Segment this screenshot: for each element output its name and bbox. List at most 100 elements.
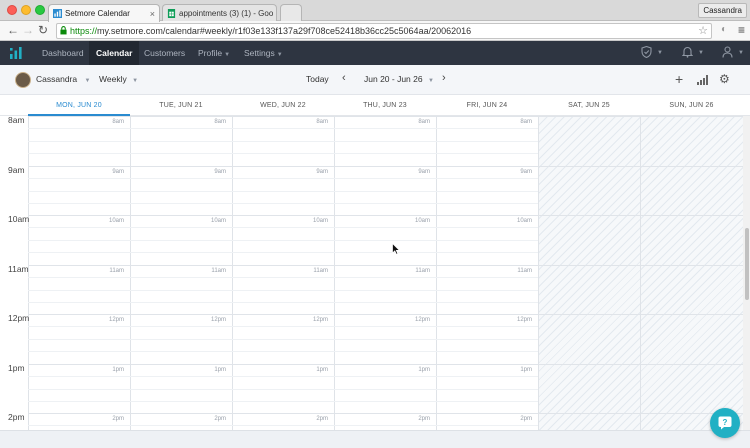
slot-divider — [28, 389, 538, 390]
cell-hour-label: 9am — [112, 169, 124, 175]
signal-bars-icon[interactable] — [697, 74, 708, 88]
slot-divider — [28, 227, 538, 228]
slot-divider — [28, 191, 538, 192]
staff-avatar[interactable] — [15, 72, 31, 88]
day-column[interactable] — [538, 116, 640, 430]
browser-tab-sheets[interactable]: appointments (3) (1) - Goo × — [162, 4, 277, 22]
browser-menu-icon[interactable]: ≡ — [738, 23, 745, 38]
browser-toolbar: ← → ↻ https://my.setmore.com/calendar#we… — [0, 21, 750, 41]
slot-divider — [28, 425, 538, 426]
browser-tab-setmore[interactable]: Setmore Calendar × — [48, 4, 160, 22]
previous-week-icon[interactable]: ‹ — [342, 72, 346, 84]
back-arrow-icon[interactable]: ← — [7, 23, 19, 38]
cell-hour-label: 10am — [312, 218, 328, 224]
window-maximize-button[interactable] — [35, 5, 45, 15]
user-icon[interactable] — [722, 46, 733, 61]
chevron-down-icon: ▼ — [427, 78, 434, 84]
cell-hour-label: 1pm — [316, 367, 328, 373]
hour-divider — [28, 116, 743, 117]
cell-hour-label: 2pm — [418, 416, 430, 422]
window-minimize-button[interactable] — [21, 5, 31, 15]
chevron-down-icon: ▼ — [132, 78, 139, 84]
cell-hour-label: 8am — [520, 119, 532, 125]
app-navbar: Dashboard Calendar Customers Profile ▼ Se… — [0, 41, 750, 65]
chevron-down-icon: ▼ — [738, 50, 744, 56]
browser-tab-bar: Setmore Calendar × appointments (3) (1) … — [0, 0, 750, 22]
nav-calendar[interactable]: Calendar — [89, 41, 140, 65]
forward-arrow-icon[interactable]: → — [22, 23, 34, 38]
close-icon[interactable]: × — [146, 9, 155, 19]
hour-divider — [28, 265, 743, 266]
cell-hour-label: 11am — [313, 268, 328, 274]
cell-hour-label: 1pm — [520, 367, 532, 373]
cell-hour-label: 9am — [418, 169, 430, 175]
cell-hour-label: 2pm — [112, 416, 124, 422]
close-icon[interactable]: × — [273, 9, 276, 19]
browser-user-chip[interactable]: Cassandra — [698, 3, 747, 18]
nav-settings-label: Settings — [244, 48, 275, 58]
hour-divider — [28, 314, 743, 315]
nav-profile[interactable]: Profile ▼ — [191, 41, 237, 65]
svg-text:?: ? — [723, 418, 728, 427]
slot-divider — [28, 290, 538, 291]
cell-hour-label: 12pm — [108, 317, 124, 323]
slot-divider — [28, 351, 538, 352]
cell-hour-label: 9am — [214, 169, 226, 175]
reload-icon[interactable]: ↻ — [38, 23, 48, 38]
hour-divider — [28, 166, 743, 167]
bell-icon[interactable] — [681, 46, 694, 61]
screen: Setmore Calendar × appointments (3) (1) … — [0, 0, 750, 448]
hour-label: 2pm — [8, 412, 25, 422]
date-range-selector[interactable]: Jun 20 - Jun 26 ▼ — [364, 74, 434, 84]
today-button[interactable]: Today — [306, 74, 329, 84]
bookmark-star-icon[interactable]: ☆ — [698, 24, 708, 38]
hour-divider — [28, 413, 743, 414]
day-header-sat[interactable]: SAT, JUN 25 — [538, 95, 640, 116]
question-icon: ? — [718, 416, 732, 430]
window-close-button[interactable] — [7, 5, 17, 15]
bottom-bar — [0, 430, 750, 448]
hour-divider — [28, 364, 743, 365]
cell-hour-label: 2pm — [316, 416, 328, 422]
nav-customers[interactable]: Customers — [137, 41, 192, 65]
address-bar[interactable]: https://my.setmore.com/calendar#weekly/r… — [56, 23, 712, 39]
cell-hour-label: 12pm — [312, 317, 328, 323]
slot-divider — [28, 203, 538, 204]
help-chat-button[interactable]: ? — [710, 408, 740, 438]
day-header-mon[interactable]: MON, JUN 20 — [28, 95, 130, 116]
day-header-thu[interactable]: THU, JUN 23 — [334, 95, 436, 116]
day-column[interactable] — [640, 116, 743, 430]
staff-selector[interactable]: Cassandra ▼ — [36, 74, 90, 84]
sheets-favicon-icon — [167, 9, 176, 18]
chevron-down-icon: ▼ — [224, 52, 231, 58]
slot-divider — [28, 153, 538, 154]
cell-hour-label: 2pm — [520, 416, 532, 422]
day-header-wed[interactable]: WED, JUN 22 — [232, 95, 334, 116]
day-header-sun[interactable]: SUN, JUN 26 — [640, 95, 743, 116]
day-header-fri[interactable]: FRI, JUN 24 — [436, 95, 538, 116]
hour-label: 9am — [8, 165, 25, 175]
cell-hour-label: 11am — [211, 268, 226, 274]
hour-label: 8am — [8, 116, 25, 125]
view-selector[interactable]: Weekly ▼ — [99, 74, 138, 84]
shield-icon[interactable] — [641, 45, 652, 61]
extension-icon[interactable]: ◐ — [721, 24, 727, 35]
new-tab-button[interactable] — [280, 4, 302, 22]
slot-divider — [28, 376, 538, 377]
cell-hour-label: 8am — [112, 119, 124, 125]
day-header-tue[interactable]: TUE, JUN 21 — [130, 95, 232, 116]
slot-divider — [28, 401, 538, 402]
nav-settings[interactable]: Settings ▼ — [237, 41, 290, 65]
next-week-icon[interactable]: › — [442, 72, 446, 84]
gear-icon[interactable]: ⚙ — [719, 72, 730, 86]
add-icon[interactable]: + — [675, 71, 683, 87]
slot-divider — [28, 326, 538, 327]
setmore-logo-icon[interactable] — [10, 47, 22, 59]
nav-dashboard[interactable]: Dashboard — [35, 41, 91, 65]
calendar-grid: 8am 8am 8am 8am 8am 8am 9am 9am 9am 9am 9am 9am 10am… — [0, 116, 750, 430]
url-text: my.setmore.com/calendar#weekly/r1f03e133… — [97, 26, 472, 36]
cell-hour-label: 12pm — [414, 317, 430, 323]
cell-hour-label: 1pm — [214, 367, 226, 373]
scrollbar-thumb[interactable] — [745, 228, 749, 300]
browser-tab-title: appointments (3) (1) - Goo — [179, 9, 274, 18]
